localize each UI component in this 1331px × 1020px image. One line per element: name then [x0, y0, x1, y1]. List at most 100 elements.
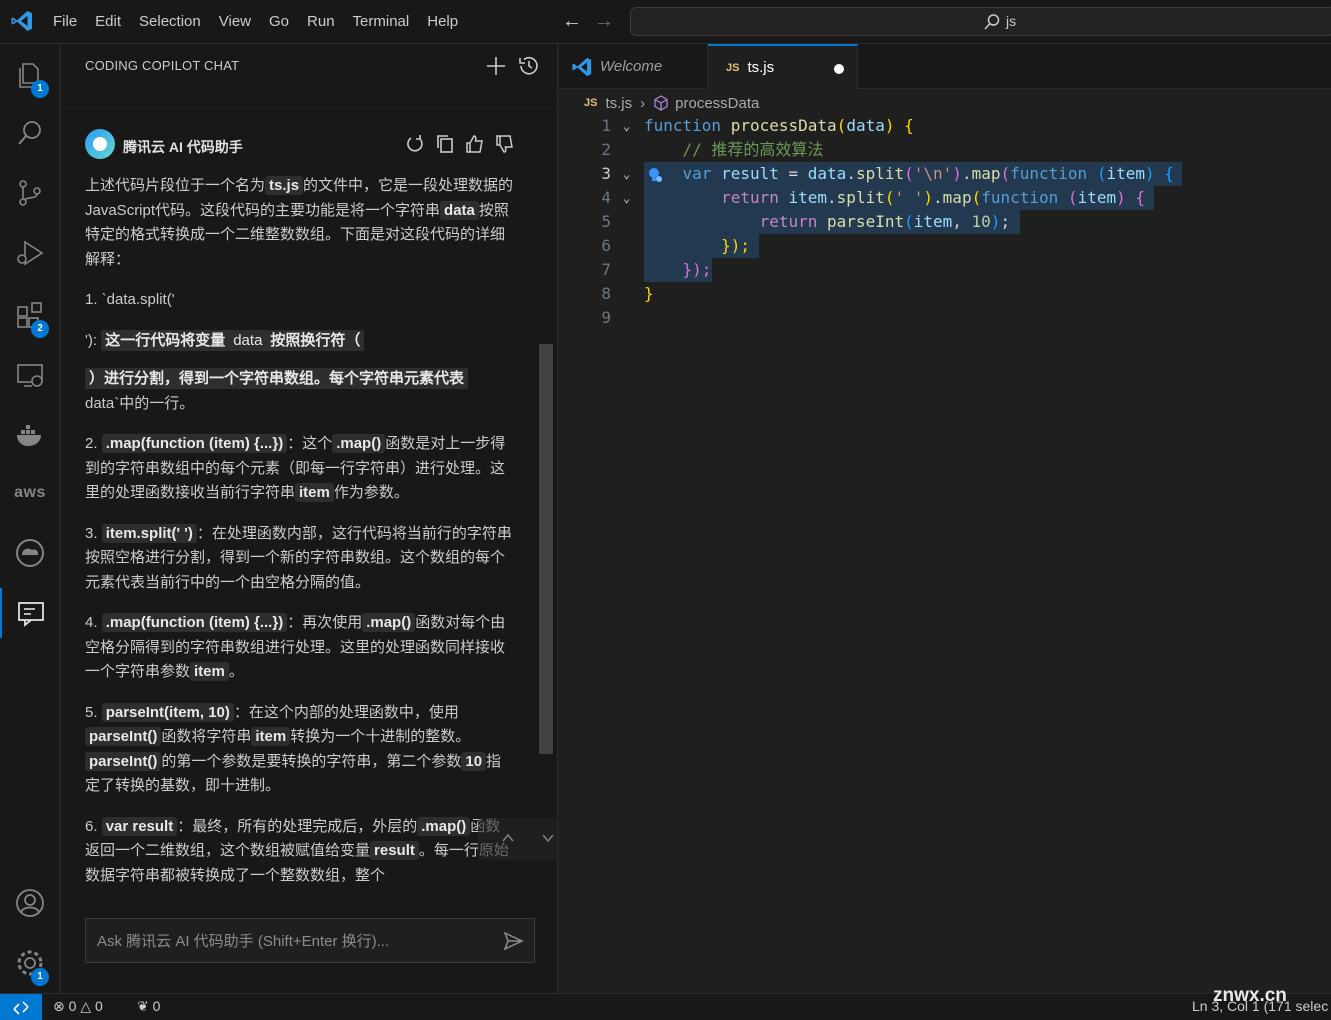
line-number: 9	[601, 308, 611, 327]
code-line: });	[721, 236, 750, 255]
list-item-3: 3. item.split(' ') ：在处理函数内部，这行代码将当前行的字符串按…	[85, 523, 512, 591]
source-control-icon	[19, 180, 41, 206]
agent-header: 腾讯云 AI 代码助手	[85, 128, 515, 162]
extensions-button[interactable]: 2	[0, 290, 60, 340]
breadcrumb-symbol[interactable]: processData	[675, 95, 759, 112]
search-text: js	[1006, 13, 1017, 29]
list-item-1b: '): 这一行代码将变量 data 按照换行符（	[85, 329, 515, 354]
aws-button[interactable]: aws	[0, 468, 60, 518]
menu-bar: File Edit Selection View Go Run Terminal…	[44, 0, 467, 44]
thumbs-down-icon[interactable]	[495, 134, 515, 154]
menu-go[interactable]: Go	[260, 0, 298, 44]
history-icon[interactable]	[517, 54, 541, 78]
thumbs-up-icon[interactable]	[465, 134, 485, 154]
list-item-5: 5. parseInt(item, 10) ：在这个内部的处理函数中，使用pars…	[85, 702, 502, 794]
search-icon	[984, 14, 1000, 30]
code-line: var result = data.split('\n').map(functi…	[682, 164, 1174, 183]
tab-ts-js[interactable]: JS ts.js	[708, 44, 858, 89]
line-number: 4	[601, 188, 611, 207]
vscode-logo-icon	[572, 57, 592, 76]
js-file-icon: JS	[726, 61, 740, 74]
tencent-cloud-button[interactable]	[0, 528, 60, 578]
watermark: znwx.cn	[1213, 985, 1287, 1006]
ports-indicator[interactable]: ❦ 0	[137, 998, 160, 1015]
code-line: return parseInt(item, 10);	[759, 212, 1011, 231]
agent-toolbar	[405, 134, 515, 154]
extensions-badge: 2	[31, 320, 49, 338]
menu-help[interactable]: Help	[418, 0, 467, 44]
aws-icon: aws	[14, 484, 46, 501]
tab-welcome[interactable]: Welcome	[559, 44, 708, 89]
list-item-1a: 1. `data.split('	[85, 291, 175, 308]
remote-indicator[interactable]	[0, 994, 42, 1020]
status-bar: ⊗ 0 △ 0 ❦ 0 Ln 3, Col 1 (171 selec	[0, 993, 1331, 1020]
error-icon: ⊗	[53, 998, 65, 1014]
activity-bar: 1 2 aws 1	[0, 44, 60, 993]
problems-indicator[interactable]: ⊗ 0 △ 0	[53, 998, 103, 1015]
chat-input-box[interactable]	[85, 918, 535, 963]
search-view-button[interactable]	[0, 108, 60, 158]
line-number: 2	[601, 140, 611, 159]
broadcast-icon: ❦	[137, 998, 149, 1014]
js-file-icon: JS	[584, 97, 598, 109]
editor-area: Welcome JS ts.js JS ts.js › processData …	[559, 44, 1331, 993]
chat-input[interactable]	[97, 930, 487, 952]
back-arrow-icon[interactable]: ←	[561, 10, 583, 32]
code-line: return item.split(' ').map(function (ite…	[721, 188, 1146, 207]
tab-welcome-label: Welcome	[600, 58, 663, 75]
chevron-down-icon[interactable]	[540, 830, 556, 846]
copilot-chat-panel: CODING COPILOT CHAT 腾讯云 AI 代码助手 上述代码片段位于…	[61, 44, 594, 993]
menu-run[interactable]: Run	[298, 0, 344, 44]
forward-arrow-icon[interactable]: →	[593, 10, 615, 32]
method-icon	[654, 95, 668, 111]
chevron-up-icon[interactable]	[500, 830, 516, 846]
fold-chevron-icon[interactable]: ⌄	[623, 186, 639, 210]
code-line: function processData(data) {	[644, 116, 914, 135]
explorer-button[interactable]: 1	[0, 50, 60, 100]
regenerate-icon[interactable]	[405, 134, 425, 154]
send-icon[interactable]	[502, 930, 524, 952]
remote-explorer-button[interactable]	[0, 350, 60, 400]
docker-button[interactable]	[0, 410, 60, 460]
copilot-chat-button[interactable]	[0, 588, 60, 638]
command-center-search[interactable]: js	[630, 7, 1331, 36]
menu-edit[interactable]: Edit	[86, 0, 130, 44]
line-number: 5	[601, 212, 611, 231]
run-debug-button[interactable]	[0, 228, 60, 278]
menu-terminal[interactable]: Terminal	[344, 0, 419, 44]
source-control-button[interactable]	[0, 168, 60, 218]
settings-badge: 1	[31, 968, 49, 986]
line-number: 3	[601, 164, 611, 183]
menu-selection[interactable]: Selection	[130, 0, 210, 44]
breadcrumb-file[interactable]: ts.js	[605, 95, 632, 112]
list-item-2: 2. .map(function (item) {...}) ：这个 .map() 函…	[85, 434, 506, 502]
line-number: 6	[601, 236, 611, 255]
fold-chevron-icon[interactable]: ⌄	[623, 114, 639, 138]
menu-file[interactable]: File	[44, 0, 86, 44]
code-line: });	[682, 260, 712, 279]
accounts-button[interactable]	[0, 878, 60, 928]
fold-chevron-icon[interactable]: ⌄	[623, 162, 639, 186]
line-number: 7	[601, 260, 611, 279]
tab-ts-js-label: ts.js	[747, 59, 775, 76]
line-number: 1	[601, 116, 611, 135]
search-icon	[18, 121, 41, 145]
lightbulb-icon[interactable]	[646, 166, 664, 184]
new-chat-icon[interactable]	[484, 54, 508, 78]
panel-divider	[61, 108, 558, 109]
list-item-6: 6. var result：最终，所有的处理完成后，外层的.map()函数返回一…	[85, 816, 509, 884]
chat-transcript: 腾讯云 AI 代码助手 上述代码片段位于一个名为 ts.js 的文件中，它是一段处理…	[85, 128, 515, 930]
code-line: // 推荐的高效算法	[682, 140, 824, 159]
agent-name: 腾讯云 AI 代码助手	[123, 139, 243, 155]
tencent-cloud-icon	[16, 539, 44, 567]
ports-count: 0	[152, 998, 161, 1014]
inline-code: ts.js	[265, 176, 304, 195]
chevron-right-icon: ›	[640, 94, 646, 112]
unsaved-dot-icon[interactable]	[834, 64, 844, 74]
copy-icon[interactable]	[435, 134, 455, 154]
manage-button[interactable]: 1	[0, 938, 60, 988]
docker-icon	[17, 425, 41, 446]
chat-scrollbar[interactable]	[539, 344, 553, 754]
remote-explorer-icon	[17, 364, 43, 387]
menu-view[interactable]: View	[210, 0, 260, 44]
